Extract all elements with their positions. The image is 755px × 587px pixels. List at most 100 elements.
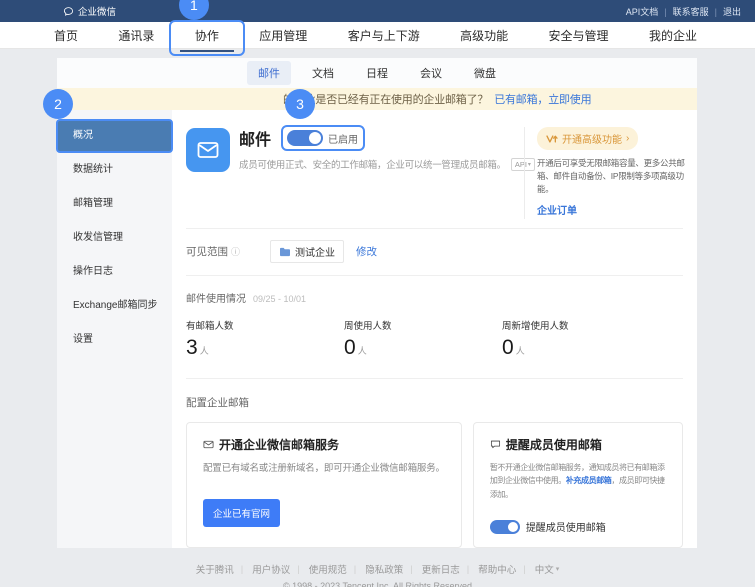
speech-bubble-icon — [490, 439, 501, 450]
usage-section: 邮件使用情况 09/25 - 10/01 有邮箱人数 3人 周使用人数 — [186, 290, 697, 360]
notice-bar: 的企业是否已经有正在使用的企业邮箱了？ 已有邮箱，立即使用 — [57, 88, 697, 110]
mail-description-row: 成员可使用正式、安全的工作邮箱，企业可以统一管理成员邮箱。 API ▾ — [239, 157, 514, 171]
mail-enabled-toggle-group: 已启用 3 — [287, 130, 358, 146]
page-gap — [0, 49, 755, 58]
mail-enabled-label: 已启用 — [328, 131, 358, 146]
card-title-row: 开通企业微信邮箱服务 — [203, 436, 445, 453]
notice-text: 的企业是否已经有正在使用的企业邮箱了？ — [283, 91, 488, 107]
footer: 关于腾讯 用户协议 使用规范 隐私政策 更新日志 帮助中心 中文 ▾ © 199… — [0, 562, 755, 587]
nav-item-home[interactable]: 首页 — [52, 23, 80, 48]
nav-item-security-management[interactable]: 安全与管理 — [547, 23, 611, 48]
nav-item-advanced-features[interactable]: 高级功能 — [458, 23, 510, 48]
stat-unit: 人 — [358, 346, 367, 356]
stat-label: 周新增使用人数 — [502, 318, 660, 332]
nav-item-customers[interactable]: 客户与上下游 — [346, 23, 422, 48]
company-has-website-button[interactable]: 企业已有官网 — [203, 499, 280, 527]
content-area: 邮件 已启用 3 成员可使用正式、安全的工作邮箱，企业可以统一管理成员邮箱。 — [172, 110, 697, 548]
visibility-scope-name: 测试企业 — [295, 244, 335, 259]
panel-body: 概况 2 数据统计 邮箱管理 收发信管理 操作日志 Exchange邮箱同步 设… — [57, 110, 697, 548]
sidebar-item-exchange-sync[interactable]: Exchange邮箱同步 — [57, 291, 172, 321]
info-icon: ⓘ — [231, 245, 240, 258]
supplement-member-email-link[interactable]: 补充成员邮箱 — [566, 476, 612, 485]
copyright: © 1998 - 2023 Tencent Inc. All Rights Re… — [0, 581, 755, 587]
stat-unit: 人 — [200, 346, 209, 356]
footer-link-help-center[interactable]: 帮助中心 — [460, 562, 516, 576]
usage-title: 邮件使用情况 — [186, 290, 246, 305]
mail-app-icon — [186, 128, 230, 172]
footer-link-user-agreement[interactable]: 用户协议 — [234, 562, 290, 576]
stat-value: 3人 — [186, 336, 344, 360]
divider — [186, 378, 683, 379]
stat-value: 0人 — [502, 336, 660, 360]
upgrade-icon — [546, 134, 558, 144]
main-nav: 首页 通讯录 协作 1 应用管理 客户与上下游 高级功能 安全与管理 我的企业 — [0, 22, 755, 49]
tab-calendar[interactable]: 日程 — [355, 61, 399, 85]
wecom-bubble-icon — [63, 6, 74, 17]
mail-title-row: 邮件 已启用 3 — [239, 127, 514, 149]
stat-unit: 人 — [516, 346, 525, 356]
stat-weekly-users: 周使用人数 0人 — [344, 318, 502, 360]
setup-cards: 开通企业微信邮箱服务 配置已有域名或注册新域名，即可开通企业微信邮箱服务。 企业… — [186, 422, 683, 549]
logout-link[interactable]: 退出 — [709, 5, 741, 18]
footer-link-changelog[interactable]: 更新日志 — [403, 562, 459, 576]
contact-support-link[interactable]: 联系客服 — [658, 5, 708, 18]
footer-links: 关于腾讯 用户协议 使用规范 隐私政策 更新日志 帮助中心 中文 ▾ — [0, 562, 755, 576]
sidebar-item-operation-log[interactable]: 操作日志 — [57, 257, 172, 287]
sidebar: 概况 2 数据统计 邮箱管理 收发信管理 操作日志 Exchange邮箱同步 设… — [57, 110, 172, 548]
usage-stats: 有邮箱人数 3人 周使用人数 0人 周新增使用人数 — [186, 318, 697, 360]
sidebar-item-overview[interactable]: 概况 2 — [57, 121, 172, 151]
sidebar-item-statistics[interactable]: 数据统计 — [57, 155, 172, 185]
tab-mail[interactable]: 邮件 — [247, 61, 291, 85]
card-title-row: 提醒成员使用邮箱 — [490, 436, 666, 453]
footer-language-selector[interactable]: 中文 ▾ — [516, 562, 559, 576]
visibility-scope-chip: 测试企业 — [270, 240, 344, 263]
nav-item-contacts[interactable]: 通讯录 — [116, 23, 156, 48]
footer-language-label: 中文 — [535, 562, 554, 576]
tab-meeting[interactable]: 会议 — [409, 61, 453, 85]
usage-header: 邮件使用情况 09/25 - 10/01 — [186, 290, 697, 305]
nav-item-my-company[interactable]: 我的企业 — [647, 23, 699, 48]
active-nav-underline — [180, 50, 234, 52]
stat-number: 3 — [186, 336, 198, 359]
nav-item-app-management[interactable]: 应用管理 — [257, 23, 309, 48]
folder-icon — [279, 247, 291, 257]
mail-description: 成员可使用正式、安全的工作邮箱，企业可以统一管理成员邮箱。 — [239, 157, 506, 171]
remind-toggle-row: 提醒成员使用邮箱 — [490, 519, 666, 534]
mail-enabled-toggle[interactable] — [287, 130, 323, 146]
api-docs-link[interactable]: API文档 — [626, 5, 659, 18]
sidebar-item-overview-label: 概况 — [73, 130, 93, 141]
sidebar-item-settings[interactable]: 设置 — [57, 325, 172, 355]
caret-down-icon: ▾ — [556, 565, 560, 573]
sidebar-item-send-receive[interactable]: 收发信管理 — [57, 223, 172, 253]
mail-app-header: 邮件 已启用 3 成员可使用正式、安全的工作邮箱，企业可以统一管理成员邮箱。 — [186, 127, 697, 219]
sidebar-item-mailbox-management[interactable]: 邮箱管理 — [57, 189, 172, 219]
usage-date-range: 09/25 - 10/01 — [253, 294, 306, 304]
tab-docs[interactable]: 文档 — [301, 61, 345, 85]
tab-drive[interactable]: 微盘 — [463, 61, 507, 85]
visibility-label: 可见范围 — [186, 244, 228, 259]
main-panel: 邮件 文档 日程 会议 微盘 的企业是否已经有正在使用的企业邮箱了？ 已有邮箱，… — [57, 58, 697, 548]
brand-name: 企业微信 — [78, 4, 116, 18]
wecom-admin-screen: 企业微信 API文档 联系客服 退出 首页 通讯录 协作 1 应用管理 客户与上… — [0, 0, 755, 587]
footer-link-usage-rules[interactable]: 使用规范 — [290, 562, 346, 576]
chevron-right-icon: › — [626, 133, 629, 144]
page-title: 邮件 — [239, 126, 271, 150]
stat-value: 0人 — [344, 336, 502, 360]
premium-panel: 开通高级功能 › 开通后可享受无限邮箱容量、更多公共邮箱、邮件自动备份、IP限制… — [524, 127, 697, 219]
open-premium-label: 开通高级功能 — [562, 131, 622, 146]
notice-use-existing-link[interactable]: 已有邮箱，立即使用 — [494, 91, 591, 107]
open-premium-button[interactable]: 开通高级功能 › — [537, 127, 638, 150]
footer-link-about[interactable]: 关于腾讯 — [196, 562, 234, 576]
mail-app-main: 邮件 已启用 3 成员可使用正式、安全的工作邮箱，企业可以统一管理成员邮箱。 — [239, 127, 514, 219]
envelope-icon — [203, 439, 214, 450]
card-title: 开通企业微信邮箱服务 — [219, 436, 339, 453]
remind-members-toggle[interactable] — [490, 520, 520, 534]
enterprise-order-link[interactable]: 企业订单 — [537, 202, 577, 217]
setup-section-title: 配置企业邮箱 — [186, 395, 697, 410]
visibility-edit-link[interactable]: 修改 — [356, 244, 377, 259]
nav-item-collaboration-label: 协作 — [195, 29, 219, 43]
stat-number: 0 — [344, 336, 356, 359]
nav-item-collaboration[interactable]: 协作 1 — [193, 23, 221, 48]
footer-link-privacy[interactable]: 隐私政策 — [347, 562, 403, 576]
card-open-mailbox-service: 开通企业微信邮箱服务 配置已有域名或注册新域名，即可开通企业微信邮箱服务。 企业… — [186, 422, 462, 549]
